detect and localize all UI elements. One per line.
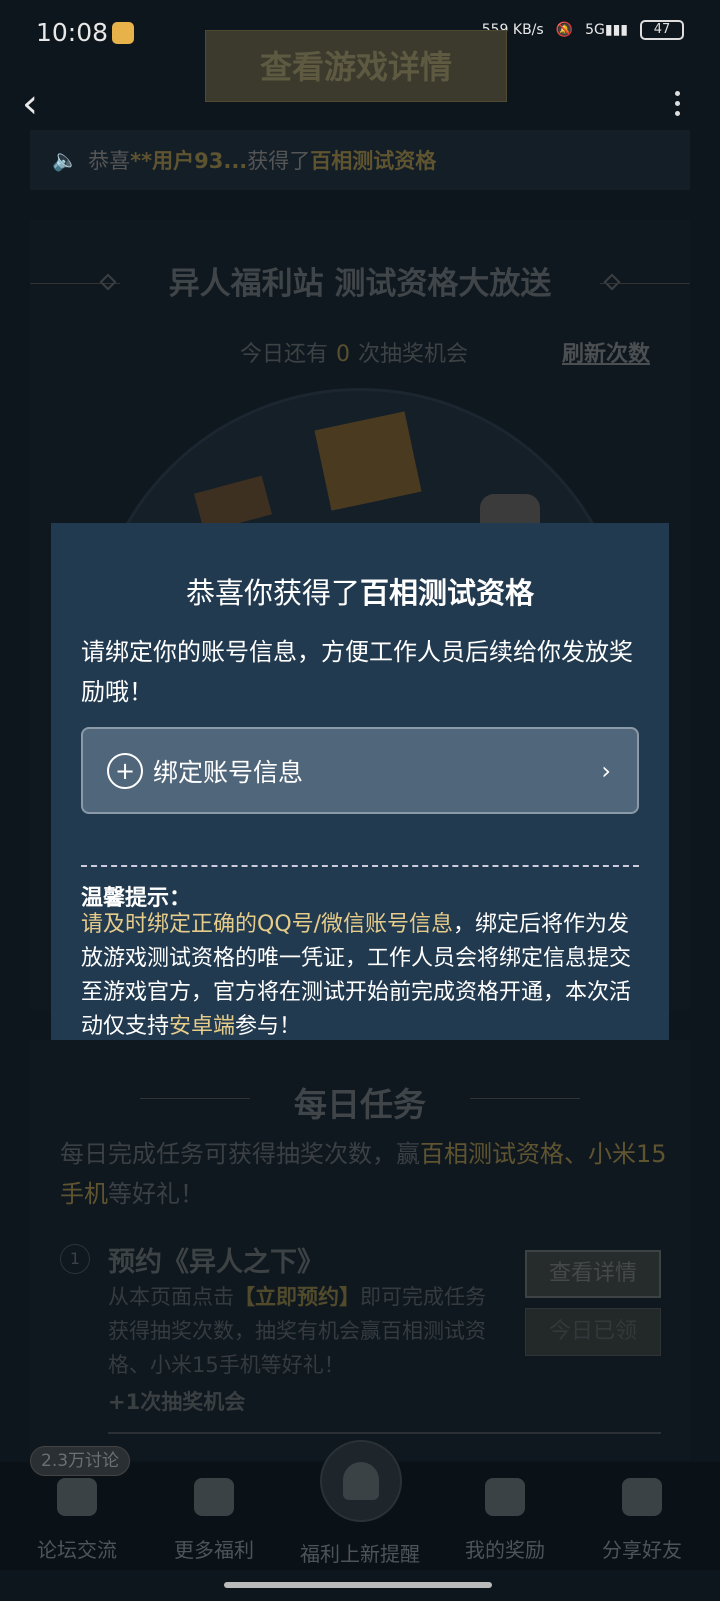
- bind-account-label: 绑定账号信息: [153, 757, 304, 787]
- discussion-badge: 2.3万讨论: [30, 1446, 131, 1476]
- share-icon: [622, 1478, 662, 1516]
- lottery-title: 异人福利站 测试资格大放送: [168, 266, 552, 302]
- nav-more-benefits-label: 更多福利: [174, 1538, 254, 1562]
- nav-new-benefits-label[interactable]: 福利上新提醒: [280, 1538, 440, 1567]
- daily-divider-right: [470, 1098, 580, 1099]
- status-time: 10:08: [36, 18, 109, 47]
- gift-icon: [194, 1478, 234, 1516]
- chevron-left-icon[interactable]: ‹: [22, 84, 62, 124]
- tip-highlight: 请及时绑定正确的QQ号/微信账号信息: [81, 912, 454, 937]
- title-divider-right: [600, 283, 690, 284]
- nav-share-label: 分享好友: [602, 1538, 682, 1562]
- view-game-details-button[interactable]: 查看游戏详情: [205, 30, 507, 102]
- tip-body: 请及时绑定正确的QQ号/微信账号信息，绑定后将作为发放游戏测试资格的唯一凭证，工…: [81, 908, 641, 1044]
- modal-description: 请绑定你的账号信息，方便工作人员后续给你发放奖励哦！: [81, 638, 633, 706]
- modal-title: 恭喜你获得了百相测试资格: [51, 570, 669, 612]
- home-indicator[interactable]: [224, 1582, 492, 1588]
- daily-desc-prefix: 每日完成任务可获得抽奖次数，赢: [60, 1140, 420, 1168]
- chat-icon: [57, 1478, 97, 1516]
- app-notification-icon: [112, 22, 134, 44]
- chances-text: 今日还有 0 次抽奖机会: [240, 336, 468, 368]
- bell-icon: [343, 1462, 379, 1500]
- prize-hat-image: [480, 494, 540, 524]
- chevron-right-icon: ›: [601, 757, 611, 785]
- refresh-chances-link[interactable]: 刷新次数: [562, 336, 650, 368]
- task-desc-prefix: 从本页面点击: [108, 1285, 234, 1309]
- daily-description: 每日完成任务可获得抽奖次数，赢百相测试资格、小米15手机等好礼！: [60, 1134, 670, 1214]
- winner-notice: 🔈 恭喜 **用户93... 获得了 百相测试资格: [30, 130, 690, 190]
- status-icons: 559 KB/s 🔕 5G▮▮▮ 47: [482, 20, 684, 40]
- claimed-today-button[interactable]: 今日已领: [525, 1308, 661, 1356]
- more-vertical-icon[interactable]: [670, 86, 684, 124]
- nav-forum-label: 论坛交流: [37, 1538, 117, 1562]
- tip-android: 安卓端: [169, 1014, 236, 1039]
- nav-forum[interactable]: 论坛交流: [17, 1478, 137, 1563]
- tip-text-2: 参与！: [235, 1014, 302, 1039]
- speaker-icon: 🔈: [52, 147, 79, 172]
- nav-my-rewards[interactable]: 我的奖励: [445, 1478, 565, 1563]
- plus-circle-icon: +: [107, 752, 143, 789]
- task-number: 1: [60, 1244, 90, 1274]
- chances-prefix: 今日还有: [240, 342, 329, 367]
- nav-share[interactable]: 分享好友: [582, 1478, 702, 1563]
- notice-user: **用户93...: [130, 149, 248, 173]
- signal-icon: 5G▮▮▮: [585, 22, 628, 38]
- nav-more-benefits[interactable]: 更多福利: [154, 1478, 274, 1563]
- view-details-button[interactable]: 查看详情: [525, 1250, 661, 1298]
- modal-title-prefix: 恭喜你获得了: [185, 576, 360, 610]
- modal-title-prize: 百相测试资格: [360, 576, 535, 610]
- task-desc-gold: 【立即预约】: [234, 1285, 360, 1309]
- notice-prefix: 恭喜: [88, 149, 131, 173]
- task-title: 预约《异人之下》: [108, 1247, 324, 1278]
- notice-mid: 获得了: [247, 149, 311, 173]
- daily-title: 每日任务: [294, 1085, 426, 1124]
- task-reward: +1次抽奖机会: [108, 1390, 246, 1414]
- chances-suffix: 次抽奖机会: [358, 342, 469, 367]
- task-description: 从本页面点击【立即预约】即可完成任务获得抽奖次数，抽奖有机会赢百相测试资格、小米…: [108, 1280, 488, 1382]
- money-bag-icon: [485, 1478, 525, 1516]
- nav-my-rewards-label: 我的奖励: [465, 1538, 545, 1562]
- bind-account-button[interactable]: + 绑定账号信息 ›: [81, 727, 639, 814]
- daily-desc-suffix: 等好礼！: [108, 1180, 204, 1208]
- modal-divider: [81, 865, 639, 867]
- bell-button[interactable]: [320, 1440, 402, 1522]
- chances-count: 0: [336, 342, 351, 367]
- notice-prize: 百相测试资格: [310, 149, 437, 173]
- task-divider: [108, 1432, 661, 1434]
- battery-icon: 47: [640, 20, 684, 40]
- mute-icon: 🔕: [555, 22, 574, 38]
